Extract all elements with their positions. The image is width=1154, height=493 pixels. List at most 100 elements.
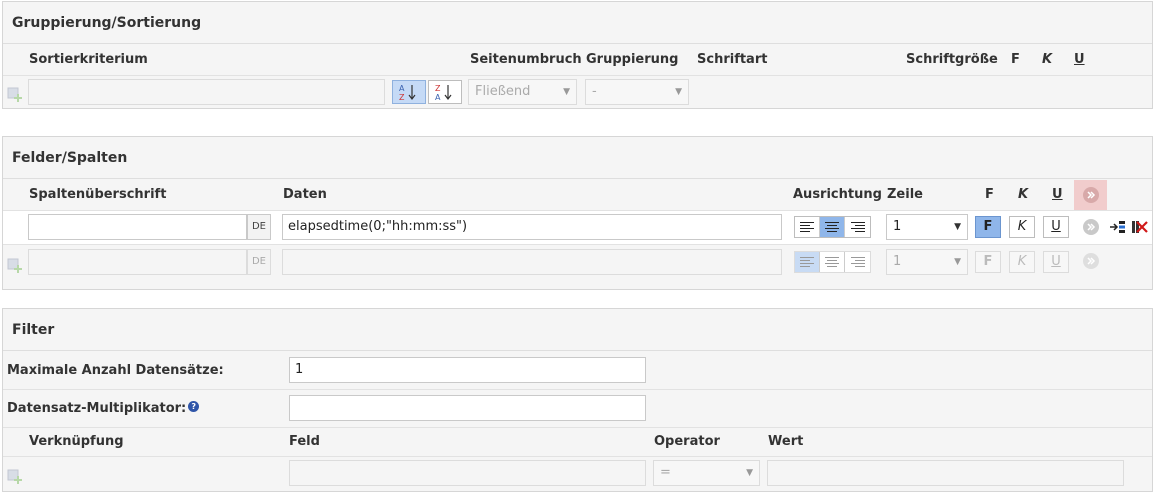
sort-ascending-button[interactable]: A Z xyxy=(392,80,426,104)
col-field-header: Feld xyxy=(289,434,320,449)
alignment-group xyxy=(794,251,871,273)
chevron-down-icon: ▼ xyxy=(954,222,961,232)
align-center-button[interactable] xyxy=(820,252,845,272)
align-center-icon xyxy=(825,222,839,232)
chevron-down-icon: ▼ xyxy=(746,468,753,478)
chevron-down-icon: ▼ xyxy=(563,87,570,97)
add-row-icon[interactable] xyxy=(7,86,23,102)
forward-icon[interactable] xyxy=(1083,219,1099,235)
col-underline-header: U xyxy=(1052,187,1063,202)
operator-select[interactable]: = ▼ xyxy=(653,460,760,486)
delete-column-icon[interactable] xyxy=(1131,220,1149,234)
col-pagebreak-header: Seitenumbruch xyxy=(470,52,582,67)
help-icon[interactable]: ? xyxy=(188,401,200,412)
data-expression-input[interactable]: elapsedtime(0;"hh:mm:ss") xyxy=(282,214,782,240)
col-bold-header: F xyxy=(1011,52,1020,67)
svg-text:A: A xyxy=(435,93,441,101)
col-italic-header: K xyxy=(1018,187,1029,202)
language-button[interactable]: DE xyxy=(247,249,271,275)
fields-panel: Felder/Spalten Spaltenüberschrift Daten … xyxy=(2,136,1153,290)
col-underline-header: U xyxy=(1074,52,1085,67)
sort-criterion-input[interactable] xyxy=(28,79,385,105)
svg-text:A: A xyxy=(399,84,405,93)
multiplier-label-text: Datensatz-Multiplikator: xyxy=(7,401,187,416)
col-operator-header: Operator xyxy=(654,434,720,449)
max-records-input[interactable]: 1 xyxy=(289,357,646,383)
column-header-input[interactable] xyxy=(28,214,247,240)
alignment-group xyxy=(794,216,871,238)
underline-toggle[interactable]: U xyxy=(1043,216,1069,238)
col-value-header: Wert xyxy=(768,434,804,449)
col-fontsize-header: Schriftgröße xyxy=(906,52,998,67)
col-bold-header: F xyxy=(985,187,994,202)
filter-header-row: Verknüpfung Feld Operator Wert xyxy=(3,428,1152,456)
filter-field-input[interactable] xyxy=(289,460,646,486)
max-records-label: Maximale Anzahl Datensätze: xyxy=(7,363,224,378)
forward-icon[interactable] xyxy=(1083,187,1099,203)
multiplier-label: Datensatz-Multiplikator:? xyxy=(7,401,200,416)
grouping-new-row: A Z Z A Fließend ▼ - ▼ xyxy=(3,76,1152,109)
col-font-header: Schriftart xyxy=(697,52,768,67)
grouping-select-value: - xyxy=(592,84,597,99)
chevron-down-icon: ▼ xyxy=(675,87,682,97)
align-left-button[interactable] xyxy=(795,252,820,272)
col-grouping-header: Gruppierung xyxy=(586,52,679,67)
sort-descending-button[interactable]: Z A xyxy=(428,80,462,104)
italic-toggle[interactable]: K xyxy=(1009,251,1035,273)
grouping-select[interactable]: - ▼ xyxy=(585,79,689,105)
col-line-header: Zeile xyxy=(887,187,923,202)
add-row-icon[interactable] xyxy=(7,468,23,484)
align-left-button[interactable] xyxy=(795,217,820,237)
align-right-button[interactable] xyxy=(845,217,870,237)
language-button[interactable]: DE xyxy=(247,214,271,240)
grouping-header-row: Sortierkriterium Seitenumbruch Gruppieru… xyxy=(3,45,1152,75)
svg-text:Z: Z xyxy=(435,84,441,93)
grouping-panel: Gruppierung/Sortierung Sortierkriterium … xyxy=(2,1,1153,109)
fields-row: DE elapsedtime(0;"hh:mm:ss") 1 ▼ F K U xyxy=(3,211,1152,244)
filter-value-input[interactable] xyxy=(767,460,1124,486)
pagebreak-select-value: Fließend xyxy=(475,84,531,99)
add-row-icon[interactable] xyxy=(7,257,23,273)
italic-toggle[interactable]: K xyxy=(1009,216,1035,238)
bold-toggle[interactable]: F xyxy=(975,216,1001,238)
grouping-panel-title: Gruppierung/Sortierung xyxy=(3,2,1152,44)
align-left-icon xyxy=(800,222,814,232)
align-right-button[interactable] xyxy=(845,252,870,272)
align-center-icon xyxy=(825,257,839,267)
max-records-row: Maximale Anzahl Datensätze: 1 xyxy=(3,352,1152,389)
data-expression-input[interactable] xyxy=(282,249,782,275)
pagebreak-select[interactable]: Fließend ▼ xyxy=(468,79,577,105)
align-center-button[interactable] xyxy=(820,217,845,237)
bold-toggle[interactable]: F xyxy=(975,251,1001,273)
col-sort-header: Sortierkriterium xyxy=(29,52,148,67)
fields-panel-title: Felder/Spalten xyxy=(3,137,1152,179)
svg-text:Z: Z xyxy=(399,93,405,101)
line-select-value: 1 xyxy=(893,254,902,269)
line-select[interactable]: 1 ▼ xyxy=(886,214,968,240)
col-header-header: Spaltenüberschrift xyxy=(29,187,167,202)
col-link-header: Verknüpfung xyxy=(29,434,124,449)
align-right-icon xyxy=(850,222,865,232)
col-italic-header: K xyxy=(1042,52,1053,67)
multiplier-row: Datensatz-Multiplikator:? xyxy=(3,390,1152,427)
filter-panel-title: Filter xyxy=(3,309,1152,351)
filter-new-row: = ▼ xyxy=(3,457,1152,491)
column-header-input[interactable] xyxy=(28,249,247,275)
col-align-header: Ausrichtung xyxy=(793,187,882,202)
underline-toggle[interactable]: U xyxy=(1043,251,1069,273)
insert-column-icon[interactable] xyxy=(1109,220,1127,234)
fields-new-row: DE 1 ▼ F K U xyxy=(3,245,1152,279)
filter-panel: Filter Maximale Anzahl Datensätze: 1 Dat… xyxy=(2,308,1153,492)
align-right-icon xyxy=(850,257,865,267)
fields-header-row: Spaltenüberschrift Daten Ausrichtung Zei… xyxy=(3,180,1152,210)
sort-za-icon: Z A xyxy=(435,84,452,101)
multiplier-input[interactable] xyxy=(289,395,646,421)
col-data-header: Daten xyxy=(283,187,327,202)
forward-icon[interactable] xyxy=(1083,253,1099,269)
align-left-icon xyxy=(800,257,814,267)
line-select-value: 1 xyxy=(893,219,902,234)
operator-select-value: = xyxy=(660,465,671,480)
line-select[interactable]: 1 ▼ xyxy=(886,249,968,275)
sort-az-icon: A Z xyxy=(399,84,416,101)
chevron-down-icon: ▼ xyxy=(954,257,961,267)
